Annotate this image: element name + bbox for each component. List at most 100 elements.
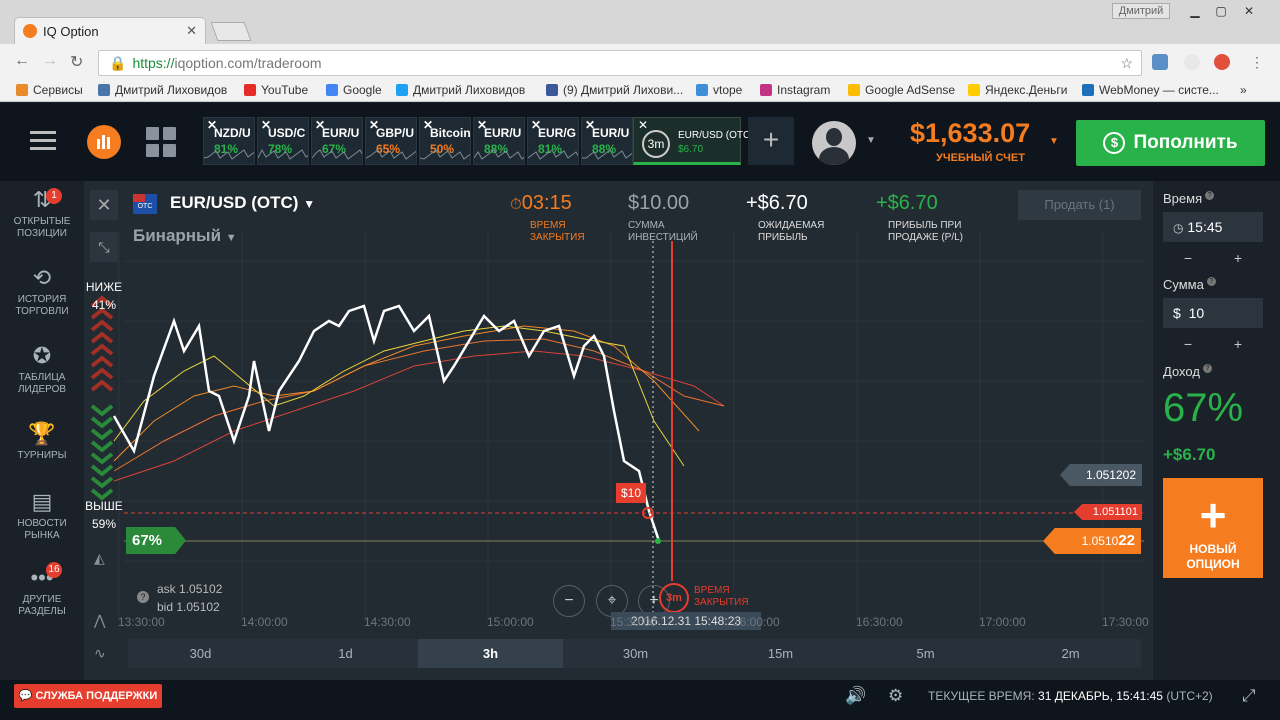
mini-chart <box>204 149 254 160</box>
period-option[interactable]: 2m <box>998 639 1143 668</box>
help-icon[interactable]: ? <box>1206 277 1216 286</box>
close-icon[interactable]: ✕ <box>477 118 487 132</box>
extension-icon[interactable] <box>1152 54 1168 70</box>
pair-selector[interactable]: EUR/USD (OTC) ▼ <box>170 193 315 213</box>
drawing-tools-icon[interactable]: ∿ <box>94 645 106 662</box>
forward-icon[interactable]: → <box>42 52 58 70</box>
extension-icon[interactable] <box>1214 54 1230 70</box>
chevron-down-icon: ▼ <box>225 232 237 244</box>
sidebar-item[interactable]: ••• ДРУГИЕ РАЗДЕЛЫ 16 <box>0 562 84 618</box>
balance[interactable]: $1,633.07 <box>910 118 1030 149</box>
plus-button[interactable]: + <box>1213 334 1263 354</box>
help-icon[interactable]: ? <box>1205 191 1215 200</box>
plus-button[interactable]: + <box>1213 248 1263 268</box>
browser-tab[interactable]: IQ Option ✕ <box>14 17 206 44</box>
sidebar-item[interactable]: 🏆 ТУРНИРЫ <box>0 422 84 462</box>
back-icon[interactable]: ← <box>14 52 30 70</box>
hamburger-menu-icon[interactable] <box>30 131 56 151</box>
help-icon[interactable]: ? <box>137 591 149 603</box>
asset-tab[interactable]: ✕ EUR/U 88% <box>581 117 633 165</box>
help-icon[interactable]: ? <box>1202 364 1212 373</box>
shrink-icon[interactable]: ⤡ <box>90 232 118 262</box>
iqoption-logo[interactable] <box>87 125 121 159</box>
maximize-icon[interactable]: ▢ <box>1208 3 1234 19</box>
asset-tab[interactable]: ✕ GBP/U 65% <box>365 117 417 165</box>
bookmark-favicon-icon <box>848 84 860 96</box>
asset-tab[interactable]: ✕ EUR/U 88% <box>473 117 525 165</box>
reload-icon[interactable]: ↻ <box>70 52 83 72</box>
close-icon[interactable]: ✕ <box>369 118 379 132</box>
close-icon[interactable]: ✕ <box>423 118 433 132</box>
sidebar-item[interactable]: ⟲ ИСТОРИЯ ТОРГОВЛИ <box>0 266 84 318</box>
option-type-selector[interactable]: Бинарный ▼ <box>133 226 237 246</box>
grid-icon[interactable] <box>146 127 176 157</box>
close-icon[interactable]: ✕ <box>315 118 325 132</box>
asset-tab[interactable]: ✕ EUR/U 67% <box>311 117 363 165</box>
minimize-icon[interactable]: ▁ <box>1182 3 1208 19</box>
bookmark-item[interactable]: Google AdSense <box>848 83 955 97</box>
bookmark-item[interactable]: YouTube <box>244 83 308 97</box>
bookmark-item[interactable]: Instagram <box>760 83 830 97</box>
support-button[interactable]: 💬 СЛУЖБА ПОДДЕРЖКИ <box>14 684 162 708</box>
extension-icon[interactable] <box>1184 54 1200 70</box>
chevron-down-icon[interactable]: ▼ <box>1049 136 1059 147</box>
asset-name: EUR/G <box>538 126 577 140</box>
period-option[interactable]: 15m <box>708 639 853 668</box>
period-option[interactable]: 30d <box>128 639 273 668</box>
asset-tab[interactable]: ✕ Bitcoin 50% <box>419 117 471 165</box>
minus-button[interactable]: − <box>1163 334 1213 354</box>
bookmark-item[interactable]: Яндекс.Деньги <box>968 83 1067 97</box>
zoom-out-button[interactable]: − <box>553 585 585 617</box>
avatar[interactable] <box>812 121 856 165</box>
close-window-icon[interactable]: ✕ <box>1236 3 1262 19</box>
active-asset-tab[interactable]: ✕ 3m EUR/USD (OTC) $6.70 <box>633 117 754 165</box>
bookmark-item[interactable]: Сервисы <box>16 83 83 97</box>
window-user-label[interactable]: Дмитрий <box>1112 3 1170 19</box>
bookmark-item[interactable]: (9) Дмитрий Лихови... <box>546 83 683 97</box>
close-icon[interactable]: ✕ <box>207 118 217 132</box>
chevron-down-icon[interactable]: ▼ <box>866 135 876 146</box>
sidebar-item[interactable]: ✪ ТАБЛИЦА ЛИДЕРОВ <box>0 344 84 396</box>
bookmark-item[interactable]: Дмитрий Лиховидов <box>98 83 227 97</box>
bookmark-item[interactable]: Google <box>326 83 382 97</box>
add-asset-button[interactable]: + <box>748 117 794 165</box>
chart-type-icon[interactable]: ◭ <box>94 550 105 567</box>
asset-tab[interactable]: ✕ EUR/G 81% <box>527 117 579 165</box>
close-icon[interactable]: ✕ <box>638 118 648 132</box>
new-option-button[interactable]: + НОВЫЙ ОПЦИОН <box>1163 478 1263 578</box>
sell-button[interactable]: Продать (1) <box>1018 190 1141 220</box>
sidebar-item[interactable]: ⇅ ОТКРЫТЫЕ ПОЗИЦИИ 1 <box>0 188 84 240</box>
close-icon[interactable]: ✕ <box>531 118 541 132</box>
new-tab-button[interactable] <box>210 22 252 41</box>
deposit-button[interactable]: $ Пополнить <box>1076 120 1265 166</box>
amount-field[interactable]: $ 10 <box>1163 298 1263 328</box>
minus-button[interactable]: − <box>1163 248 1213 268</box>
lock-icon: 🔒 <box>109 55 127 71</box>
bookmark-item[interactable]: vtope <box>696 83 742 97</box>
period-option[interactable]: 3h <box>418 639 563 668</box>
time-field[interactable]: ◷ 15:45 <box>1163 212 1263 242</box>
indicator-icon[interactable]: ⋀ <box>94 612 105 629</box>
fullscreen-icon[interactable]: ⤢ <box>1242 686 1256 706</box>
asset-tab[interactable]: ✕ USD/C 78% <box>257 117 309 165</box>
period-option[interactable]: 30m <box>563 639 708 668</box>
period-option[interactable]: 1d <box>273 639 418 668</box>
bookmark-item[interactable]: WebMoney — систе... <box>1082 83 1219 97</box>
bookmark-label: YouTube <box>261 83 309 97</box>
bookmark-item[interactable]: Дмитрий Лиховидов <box>396 83 525 97</box>
sidebar-item[interactable]: ▤ НОВОСТИ РЫНКА <box>0 490 84 542</box>
close-icon[interactable]: ✕ <box>585 118 595 132</box>
close-icon[interactable]: ✕ <box>261 118 271 132</box>
address-bar[interactable]: 🔒 https://iqoption.com/traderoom ☆ <box>98 50 1142 76</box>
gear-icon[interactable]: ⚙ <box>888 686 903 706</box>
close-tab-icon[interactable]: ✕ <box>186 23 197 39</box>
asset-tab[interactable]: ✕ NZD/U 81% <box>203 117 255 165</box>
mini-chart <box>258 148 308 160</box>
bookmark-star-icon[interactable]: ☆ <box>1120 51 1133 75</box>
period-option[interactable]: 5m <box>853 639 998 668</box>
sound-icon[interactable]: 🔊 <box>845 686 866 706</box>
bookmark-label: Сервисы <box>33 83 83 97</box>
more-bookmarks-icon[interactable]: » <box>1240 83 1247 97</box>
close-icon[interactable]: ✕ <box>90 190 118 220</box>
browser-menu-icon[interactable]: ⋮ <box>1250 54 1264 71</box>
